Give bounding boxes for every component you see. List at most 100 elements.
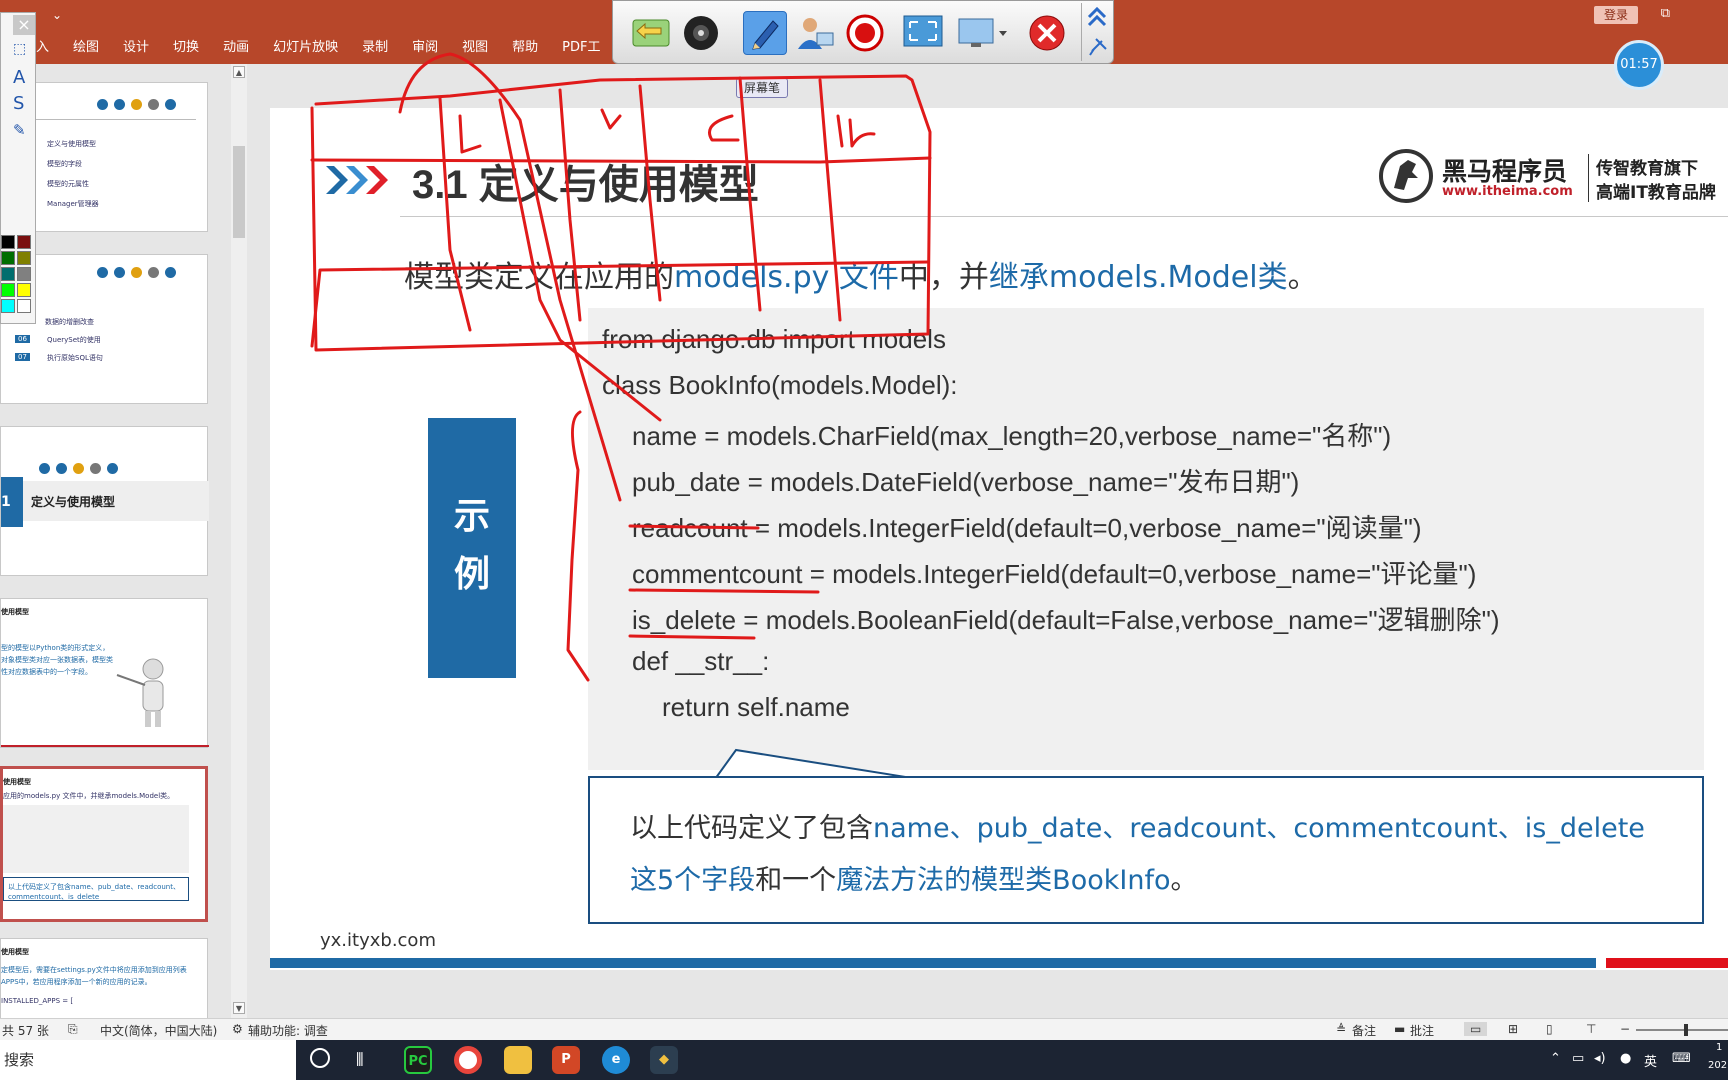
- tab-draw[interactable]: 绘图: [61, 38, 111, 62]
- fullscreen-icon[interactable]: [901, 11, 945, 55]
- thumbnail-slide-5-selected[interactable]: 使用模型 应用的models.py 文件中，并继承models.Model类。 …: [0, 766, 208, 922]
- thumb-text: Manager管理器: [47, 200, 99, 208]
- thumbnail-scrollbar[interactable]: ▲ ▼: [231, 64, 247, 1018]
- user-icon[interactable]: [793, 11, 837, 55]
- color-swatch[interactable]: [1, 299, 15, 313]
- tab-view[interactable]: 视图: [450, 38, 500, 62]
- color-swatch[interactable]: [17, 251, 31, 265]
- edge-icon[interactable]: e: [602, 1046, 630, 1074]
- screen-pen-label: 屏幕笔: [736, 78, 788, 98]
- taskbar-search[interactable]: 搜索: [0, 1040, 296, 1080]
- color-swatch[interactable]: [17, 235, 31, 249]
- color-swatch[interactable]: [1, 235, 15, 249]
- eraser-icon[interactable]: ✎: [13, 121, 26, 139]
- slideshow-view-icon[interactable]: ⊤: [1586, 1022, 1596, 1036]
- thumb-text: 06: [15, 335, 30, 343]
- freehand-icon[interactable]: S: [13, 93, 24, 114]
- thumb-text: 使用模型: [1, 948, 29, 956]
- cortana-icon[interactable]: [310, 1048, 330, 1068]
- zoom-slider[interactable]: [1636, 1029, 1728, 1031]
- notes-button[interactable]: 备注: [1352, 1022, 1376, 1039]
- tab-design[interactable]: 设计: [111, 38, 161, 62]
- scroll-down-arrow-icon[interactable]: ▼: [233, 1002, 245, 1014]
- intro-text-highlight: 继承models.Model类: [988, 260, 1288, 295]
- callout-highlight: 这5个字段: [630, 865, 756, 896]
- accessibility-icon[interactable]: ⚙: [232, 1022, 243, 1036]
- restore-window-icon[interactable]: ⧉: [1661, 6, 1670, 21]
- example-tag: 示 例: [428, 418, 516, 678]
- close-icon[interactable]: ×: [13, 15, 35, 35]
- record-disc-icon[interactable]: [679, 11, 723, 55]
- comments-button[interactable]: 批注: [1410, 1022, 1434, 1039]
- brand-tagline-2: 高端IT教育品牌: [1596, 183, 1716, 203]
- toolbar-side: [1081, 3, 1111, 61]
- zoom-slider-thumb[interactable]: [1684, 1024, 1688, 1036]
- text-tool-icon[interactable]: A: [13, 67, 25, 88]
- tray-chevron-icon[interactable]: ⌃: [1550, 1051, 1561, 1066]
- close-icon[interactable]: [1025, 11, 1069, 55]
- clock-time[interactable]: 1: [1716, 1042, 1722, 1053]
- thumb-text: 应用的models.py 文件中，并继承models.Model类。: [3, 792, 175, 800]
- pycharm-icon[interactable]: PC: [404, 1046, 432, 1074]
- color-swatch[interactable]: [17, 283, 31, 297]
- tab-slideshow[interactable]: 幻灯片放映: [261, 38, 350, 62]
- git-icon[interactable]: ◆: [650, 1046, 678, 1074]
- quick-access-toolbar[interactable]: ⌄: [52, 8, 62, 22]
- tab-transitions[interactable]: 切换: [161, 38, 211, 62]
- tab-animations[interactable]: 动画: [211, 38, 261, 62]
- thumb-text: 对象模型类对应一张数据表，模型类: [1, 656, 113, 664]
- thumbnail-slide-3[interactable]: 1 定义与使用模型: [0, 426, 209, 576]
- collapse-chevron-icon[interactable]: [1082, 3, 1112, 61]
- thumbnail-slide-6[interactable]: 使用模型 定模型后，需要在settings.py文件中将应用添加到应用列表 AP…: [0, 938, 208, 1018]
- login-button[interactable]: 登录: [1594, 6, 1638, 24]
- thumb-text: 型的模型以Python类的形式定义，: [1, 644, 110, 652]
- thumb-text: 使用模型: [3, 778, 31, 786]
- intro-text-part: 。: [1287, 260, 1318, 295]
- powerpoint-icon[interactable]: P: [552, 1046, 580, 1074]
- color-swatch[interactable]: [17, 299, 31, 313]
- keyboard-icon[interactable]: ⌨: [1672, 1051, 1691, 1066]
- spellcheck-icon[interactable]: ⎘: [68, 1022, 78, 1037]
- scrollbar-thumb[interactable]: [233, 146, 245, 238]
- task-view-icon[interactable]: ⫴: [356, 1050, 364, 1071]
- callout-line-2: 这5个字段和一个魔法方法的模型类BookInfo。: [630, 858, 1197, 897]
- intro-text-part: 模型类定义在应用的: [404, 260, 674, 295]
- accessibility-status[interactable]: 辅助功能: 调查: [248, 1022, 328, 1039]
- ime-indicator[interactable]: 英: [1644, 1051, 1657, 1070]
- return-icon[interactable]: [629, 11, 673, 55]
- slide-title: 3.1 定义与使用模型: [412, 163, 759, 207]
- color-swatch[interactable]: [1, 251, 15, 265]
- scroll-up-arrow-icon[interactable]: ▲: [233, 66, 245, 78]
- slide-canvas[interactable]: 3.1 定义与使用模型 黑马程序员 www.itheima.com 传智教育旗下…: [270, 108, 1728, 970]
- zoom-out-icon[interactable]: −: [1620, 1022, 1630, 1036]
- network-icon[interactable]: ▭: [1572, 1051, 1584, 1066]
- code-block: from django.db import models class BookI…: [588, 308, 1704, 770]
- volume-icon[interactable]: ◂): [1594, 1051, 1606, 1066]
- tab-help[interactable]: 帮助: [500, 38, 550, 62]
- color-swatch[interactable]: [17, 267, 31, 281]
- chrome-icon[interactable]: [454, 1046, 482, 1074]
- callout-text: 和一个: [755, 865, 837, 896]
- mic-icon[interactable]: ●: [1620, 1051, 1631, 1066]
- footer-bar-blue: [270, 958, 1596, 968]
- tab-record[interactable]: 录制: [350, 38, 400, 62]
- file-explorer-icon[interactable]: [504, 1046, 532, 1074]
- record-icon[interactable]: [843, 11, 887, 55]
- reading-view-icon[interactable]: ▯: [1546, 1022, 1553, 1036]
- comments-icon[interactable]: ▬: [1394, 1022, 1405, 1036]
- slide-sorter-icon[interactable]: ⊞: [1508, 1022, 1518, 1036]
- tab-pdf[interactable]: PDF工: [550, 38, 612, 62]
- clock-date[interactable]: 202: [1708, 1060, 1727, 1071]
- pen-icon[interactable]: [743, 11, 787, 55]
- screen-icon[interactable]: [955, 11, 1011, 55]
- code-line: commentcount = models.IntegerField(defau…: [632, 559, 1477, 589]
- thumb-text: 执行原始SQL语句: [47, 354, 103, 362]
- normal-view-icon[interactable]: ▭: [1464, 1022, 1488, 1036]
- thumbnail-slide-4[interactable]: 使用模型 型的模型以Python类的形式定义， 对象模型类对应一张数据表，模型类…: [0, 598, 209, 748]
- notes-icon[interactable]: ≜: [1336, 1022, 1346, 1036]
- tab-review[interactable]: 审阅: [400, 38, 450, 62]
- language-status[interactable]: 中文(简体，中国大陆): [100, 1022, 217, 1039]
- color-swatch[interactable]: [1, 267, 15, 281]
- pointer-icon[interactable]: ⬚: [13, 41, 26, 57]
- color-swatch[interactable]: [1, 283, 15, 297]
